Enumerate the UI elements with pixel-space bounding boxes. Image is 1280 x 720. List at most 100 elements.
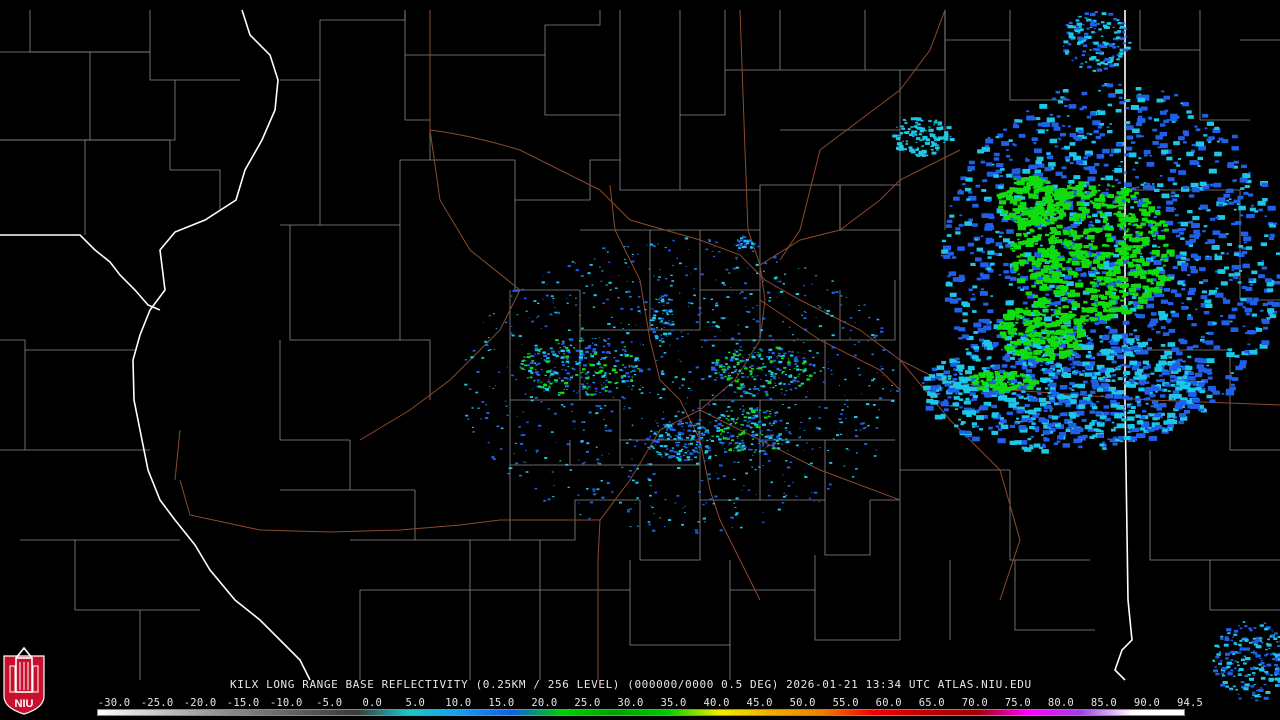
echo-pixel bbox=[1073, 195, 1077, 197]
echo-pixel bbox=[1086, 132, 1090, 135]
echo-pixel bbox=[677, 410, 680, 413]
echo-pixel bbox=[1061, 281, 1066, 284]
echo-pixel bbox=[627, 509, 630, 511]
echo-pixel bbox=[857, 341, 860, 343]
echo-pixel bbox=[572, 368, 576, 371]
echo-pixel bbox=[590, 355, 595, 358]
echo-pixel bbox=[1127, 201, 1131, 204]
echo-pixel bbox=[655, 299, 657, 300]
echo-pixel bbox=[668, 424, 673, 427]
echo-pixel bbox=[1069, 161, 1074, 165]
echo-pixel bbox=[670, 274, 673, 277]
echo-pixel bbox=[741, 372, 744, 375]
echo-pixel bbox=[1195, 259, 1199, 261]
echo-pixel bbox=[660, 295, 665, 298]
echo-pixel bbox=[526, 421, 529, 424]
echo-pixel bbox=[1240, 297, 1247, 302]
echo-pixel bbox=[979, 428, 984, 431]
echo-pixel bbox=[1025, 262, 1029, 264]
echo-pixel bbox=[597, 361, 601, 363]
echo-pixel bbox=[596, 458, 600, 461]
echo-pixel bbox=[1047, 423, 1055, 428]
echo-pixel bbox=[1107, 194, 1114, 199]
echo-pixel bbox=[1064, 395, 1071, 399]
echo-pixel bbox=[714, 335, 717, 338]
echo-pixel bbox=[1121, 227, 1125, 229]
echo-pixel bbox=[1015, 307, 1021, 311]
echo-pixel bbox=[999, 175, 1004, 177]
echo-pixel bbox=[659, 269, 661, 270]
echo-pixel bbox=[623, 246, 626, 248]
echo-pixel bbox=[1180, 237, 1185, 240]
echo-pixel bbox=[1054, 145, 1058, 148]
echo-pixel bbox=[966, 352, 972, 356]
echo-pixel bbox=[661, 438, 665, 441]
echo-pixel bbox=[639, 312, 642, 314]
echo-pixel bbox=[785, 460, 788, 462]
echo-pixel bbox=[1107, 438, 1110, 440]
echo-pixel bbox=[600, 357, 604, 359]
echo-pixel bbox=[788, 375, 792, 378]
echo-pixel bbox=[1170, 289, 1178, 294]
echo-pixel bbox=[855, 429, 857, 431]
echo-pixel bbox=[1111, 421, 1115, 424]
echo-pixel bbox=[1025, 329, 1031, 333]
echo-pixel bbox=[1027, 348, 1031, 351]
echo-pixel bbox=[1027, 437, 1032, 441]
echo-pixel bbox=[1234, 354, 1240, 358]
echo-pixel bbox=[770, 481, 773, 484]
echo-pixel bbox=[690, 459, 693, 461]
echo-pixel bbox=[1013, 266, 1019, 270]
echo-pixel bbox=[1020, 373, 1026, 377]
echo-pixel bbox=[646, 463, 649, 465]
echo-pixel bbox=[778, 382, 782, 385]
echo-pixel bbox=[1138, 208, 1144, 212]
echo-pixel bbox=[998, 390, 1005, 394]
echo-pixel bbox=[1004, 275, 1011, 279]
echo-pixel bbox=[1043, 276, 1051, 281]
echo-pixel bbox=[1123, 436, 1131, 440]
echo-pixel bbox=[581, 421, 584, 423]
echo-pixel bbox=[481, 357, 485, 359]
echo-pixel bbox=[988, 381, 993, 384]
echo-pixel bbox=[560, 391, 565, 395]
echo-pixel bbox=[1140, 349, 1149, 355]
echo-pixel bbox=[593, 258, 596, 260]
echo-pixel bbox=[896, 390, 900, 392]
echo-pixel bbox=[767, 415, 771, 418]
echo-pixel bbox=[761, 369, 763, 371]
echo-pixel bbox=[672, 423, 675, 425]
echo-pixel bbox=[698, 490, 701, 493]
echo-pixel bbox=[1191, 404, 1200, 409]
echo-pixel bbox=[871, 353, 875, 356]
echo-pixel bbox=[1073, 373, 1077, 376]
echo-pixel bbox=[997, 324, 1006, 330]
echo-pixel bbox=[760, 329, 763, 331]
echo-pixel bbox=[1060, 324, 1068, 329]
echo-pixel bbox=[1160, 271, 1166, 274]
echo-pixel bbox=[739, 293, 741, 295]
echo-pixel bbox=[1100, 282, 1106, 286]
echo-pixel bbox=[1042, 259, 1048, 262]
echo-pixel bbox=[1214, 255, 1223, 261]
echo-pixel bbox=[1137, 110, 1143, 113]
echo-pixel bbox=[558, 352, 561, 354]
echo-pixel bbox=[1006, 155, 1011, 158]
echo-pixel bbox=[1154, 424, 1162, 430]
echo-pixel bbox=[1089, 422, 1095, 426]
echo-pixel bbox=[692, 449, 695, 451]
echo-pixel bbox=[1150, 392, 1153, 394]
echo-pixel bbox=[799, 436, 801, 437]
echo-pixel bbox=[541, 281, 545, 284]
echo-pixel bbox=[548, 385, 551, 387]
echo-pixel bbox=[1003, 238, 1010, 243]
echo-pixel bbox=[1118, 206, 1124, 210]
echo-pixel bbox=[752, 318, 755, 320]
echo-pixel bbox=[767, 460, 771, 462]
echo-pixel bbox=[1075, 136, 1082, 141]
echo-pixel bbox=[1025, 307, 1029, 310]
echo-pixel bbox=[838, 428, 840, 430]
echo-pixel bbox=[1114, 148, 1121, 153]
echo-pixel bbox=[719, 464, 723, 467]
echo-pixel bbox=[659, 517, 662, 519]
